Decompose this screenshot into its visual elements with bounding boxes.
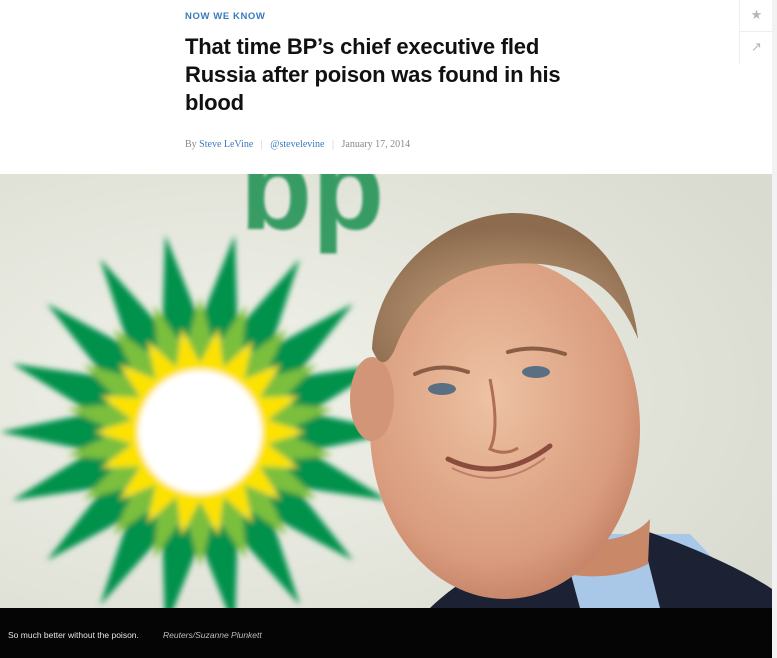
bp-logo-text: bp — [240, 174, 384, 255]
byline: By Steve LeVine | @stevelevine | January… — [185, 139, 410, 150]
byline-prefix: By — [185, 139, 197, 150]
byline-separator: | — [260, 139, 263, 150]
star-icon[interactable]: ★ — [740, 0, 773, 31]
byline-separator: | — [332, 139, 335, 150]
scrollbar-track[interactable] — [772, 0, 777, 658]
photo-credit: Reuters/Suzanne Plunkett — [163, 630, 262, 640]
photo-caption: So much better without the poison. — [8, 630, 139, 640]
twitter-link[interactable]: @stevelevine — [270, 139, 324, 150]
helios-center — [138, 370, 262, 494]
article-toolbar: ★ ↗ — [739, 0, 773, 64]
publish-date: January 17, 2014 — [341, 139, 411, 150]
article-photo: bp — [0, 174, 772, 608]
section-kicker[interactable]: NOW WE KNOW — [185, 11, 265, 22]
author-link[interactable]: Steve LeVine — [199, 139, 253, 150]
photo-caption-bar: So much better without the poison. Reute… — [0, 608, 772, 658]
share-icon[interactable]: ↗ — [740, 31, 773, 63]
article-headline: That time BP’s chief executive fled Russ… — [185, 34, 561, 115]
